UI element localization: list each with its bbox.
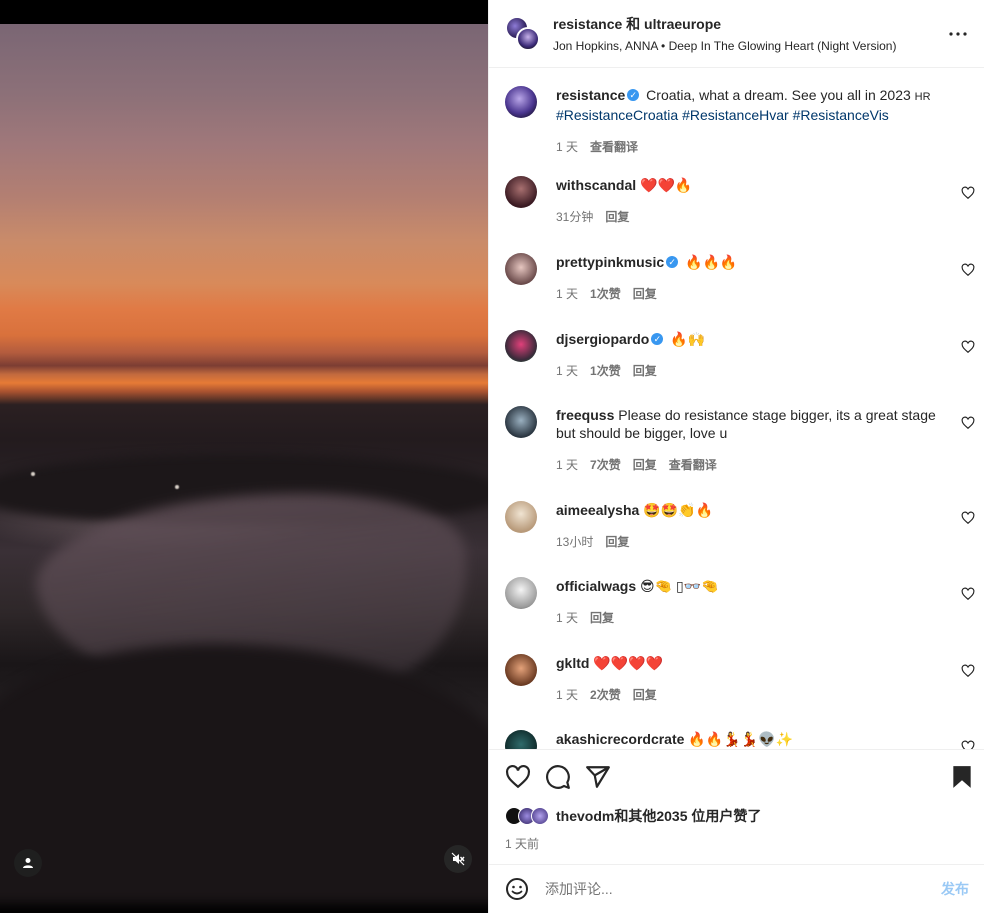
hashtag-link[interactable]: #ResistanceVis <box>793 107 889 123</box>
avatar[interactable] <box>505 406 537 438</box>
verified-icon: ✓ <box>666 256 679 269</box>
comment-time[interactable]: 31分钟 <box>556 208 593 225</box>
comment-text: ❤️❤️❤️❤️ <box>593 655 664 671</box>
comment-likes[interactable]: 7次赞 <box>590 456 621 473</box>
flag-label: HR <box>914 91 931 103</box>
comment-likes[interactable]: 1次赞 <box>590 285 621 302</box>
share-icon[interactable] <box>585 764 611 790</box>
comment-text: 🤩🤩👏🔥 <box>643 502 713 518</box>
more-icon <box>949 32 967 36</box>
translate-link[interactable]: 查看翻译 <box>590 138 638 155</box>
caption-username[interactable]: resistance <box>556 87 625 103</box>
comment-time[interactable]: 1 天 <box>556 456 578 473</box>
likes-count[interactable]: thevodm和其他2035 位用户赞了 <box>556 806 761 826</box>
muted-icon <box>451 852 465 866</box>
avatar[interactable] <box>505 176 537 208</box>
avatar[interactable] <box>505 86 537 118</box>
translate-link[interactable]: 查看翻译 <box>669 456 717 473</box>
emoji-icon[interactable] <box>505 877 529 901</box>
mute-toggle-button[interactable] <box>444 845 472 873</box>
comment-time[interactable]: 13小时 <box>556 533 593 550</box>
verified-icon: ✓ <box>651 333 664 346</box>
likes-summary[interactable]: thevodm和其他2035 位用户赞了 <box>505 806 761 826</box>
heart-icon[interactable] <box>961 263 975 277</box>
header-text: resistance 和 ultraeurope Jon Hopkins, AN… <box>553 14 896 53</box>
verified-icon: ✓ <box>627 89 640 102</box>
comment-text: 🔥🙌 <box>670 331 706 347</box>
avatar <box>531 807 549 825</box>
comment-time[interactable]: 1 天 <box>556 609 578 626</box>
post-header: resistance 和 ultraeurope Jon Hopkins, AN… <box>489 0 984 68</box>
comment-text: 😎🤏 ▯👓🤏 <box>640 578 719 594</box>
reply-button[interactable]: 回复 <box>605 208 629 225</box>
comment-username[interactable]: djsergiopardo <box>556 331 649 347</box>
avatar[interactable] <box>505 330 537 362</box>
reply-button[interactable]: 回复 <box>633 362 657 379</box>
heart-icon[interactable] <box>961 587 975 601</box>
collab-avatars[interactable] <box>505 15 541 52</box>
post-actions: thevodm和其他2035 位用户赞了 1 天前 <box>489 749 984 864</box>
more-options-button[interactable] <box>946 22 970 46</box>
comment-username[interactable]: officialwags <box>556 578 636 594</box>
comment-text: 🔥🔥🔥 <box>685 254 738 270</box>
comment-username[interactable]: gkltd <box>556 655 589 671</box>
reply-button[interactable]: 回复 <box>590 609 614 626</box>
heart-icon[interactable] <box>505 764 531 790</box>
comments-list[interactable]: resistance ✓ Croatia, what a dream. See y… <box>489 69 984 749</box>
avatar[interactable] <box>505 501 537 533</box>
avatar[interactable] <box>505 654 537 686</box>
comment-likes[interactable]: 2次赞 <box>590 686 621 703</box>
comment-input[interactable] <box>545 881 941 897</box>
avatar <box>516 26 540 51</box>
caption-text: Croatia, what a dream. See you all in 20… <box>646 87 915 103</box>
heart-icon[interactable] <box>961 511 975 525</box>
comment-time[interactable]: 1 天 <box>556 285 578 302</box>
tagged-users-button[interactable] <box>14 849 42 877</box>
reply-button[interactable]: 回复 <box>633 285 657 302</box>
comment-username[interactable]: aimeealysha <box>556 502 639 518</box>
comment-username[interactable]: withscandal <box>556 177 636 193</box>
comment-likes[interactable]: 1次赞 <box>590 362 621 379</box>
reply-button[interactable]: 回复 <box>633 686 657 703</box>
avatar[interactable] <box>505 253 537 285</box>
comment-username[interactable]: akashicrecordcrate <box>556 731 684 747</box>
post-date[interactable]: 1 天前 <box>505 835 539 852</box>
comment-composer: 发布 <box>489 864 984 913</box>
heart-icon[interactable] <box>961 340 975 354</box>
audio-track[interactable]: Jon Hopkins, ANNA • Deep In The Glowing … <box>553 39 896 53</box>
heart-icon[interactable] <box>961 740 975 749</box>
comment-text: ❤️❤️🔥 <box>640 177 693 193</box>
reply-button[interactable]: 回复 <box>605 533 629 550</box>
hashtag-link[interactable]: #ResistanceCroatia <box>556 107 678 123</box>
post-comment-button[interactable]: 发布 <box>941 879 969 899</box>
comment-username[interactable]: freequss <box>556 407 614 423</box>
comment-username[interactable]: prettypinkmusic <box>556 254 664 270</box>
hashtag-link[interactable]: #ResistanceHvar <box>682 107 789 123</box>
comment-time[interactable]: 1 天 <box>556 686 578 703</box>
video-frame[interactable] <box>0 24 488 904</box>
post-panel: resistance 和 ultraeurope Jon Hopkins, AN… <box>488 0 984 913</box>
foreground-hill <box>0 644 488 904</box>
comment-icon[interactable] <box>545 764 571 790</box>
heart-icon[interactable] <box>961 186 975 200</box>
heart-icon[interactable] <box>961 416 975 430</box>
shore-light <box>175 485 179 489</box>
avatar[interactable] <box>505 577 537 609</box>
post-media[interactable] <box>0 0 488 913</box>
comment-time[interactable]: 1 天 <box>556 362 578 379</box>
collab-usernames[interactable]: resistance 和 ultraeurope <box>553 14 896 34</box>
shore-light <box>31 472 35 476</box>
reply-button[interactable]: 回复 <box>633 456 657 473</box>
comment-text: 🔥🔥💃💃👽✨ <box>688 731 793 747</box>
caption-time[interactable]: 1 天 <box>556 138 578 155</box>
avatar[interactable] <box>505 730 537 749</box>
heart-icon[interactable] <box>961 664 975 678</box>
bookmark-icon[interactable] <box>949 764 975 790</box>
user-icon <box>23 858 33 868</box>
